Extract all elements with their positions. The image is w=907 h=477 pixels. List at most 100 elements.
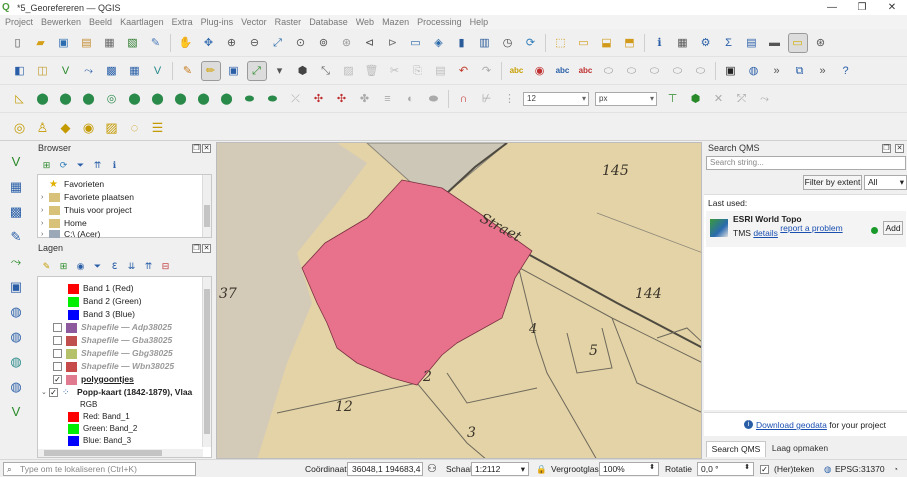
snapping-type-icon[interactable]: ⋮ bbox=[501, 90, 519, 108]
rotate-symbols-icon[interactable]: ✤ bbox=[356, 90, 374, 108]
layer-visibility-checkbox[interactable] bbox=[53, 323, 62, 332]
open-project-icon[interactable]: ▰ bbox=[32, 34, 50, 52]
map-svg[interactable]: 145 Straet 144 37 4 5 2 12 3 bbox=[217, 143, 702, 459]
browser-item[interactable]: › Home bbox=[41, 217, 87, 230]
lock-scale-icon[interactable]: 🔒 bbox=[536, 463, 547, 476]
scroll-thumb[interactable] bbox=[44, 450, 162, 456]
zoom-selection-icon[interactable]: ⊙ bbox=[292, 34, 310, 52]
report-problem-link[interactable]: report a problem bbox=[780, 223, 842, 233]
menu-database[interactable]: Database bbox=[304, 17, 351, 27]
cut-features-icon[interactable]: ✂ bbox=[386, 62, 404, 80]
layers-float-button[interactable]: ❐ bbox=[192, 244, 201, 253]
snapping-layer-icon[interactable]: ⊬ bbox=[478, 90, 496, 108]
qms-filter-select[interactable]: All ▾ bbox=[864, 175, 907, 190]
ring-icon[interactable]: ◌ bbox=[126, 118, 144, 136]
delete-ring-icon[interactable]: ⬤ bbox=[172, 90, 190, 108]
reshape-icon[interactable]: ⬤ bbox=[218, 90, 236, 108]
close-button[interactable]: ✕ bbox=[877, 0, 907, 15]
qms-float-button[interactable]: ❐ bbox=[882, 144, 891, 153]
digitize-dropdown-icon[interactable]: ▾ bbox=[271, 62, 289, 80]
tab-laag-opmaken[interactable]: Laag opmaken bbox=[768, 441, 832, 457]
offset-curve-icon[interactable]: ⬬ bbox=[241, 90, 259, 108]
identify-icon[interactable]: ℹ bbox=[651, 34, 669, 52]
save-edits-icon[interactable]: ▣ bbox=[225, 62, 243, 80]
label-hide-icon[interactable]: abc bbox=[577, 62, 595, 80]
remove-layer-icon[interactable]: ⊟ bbox=[159, 260, 172, 273]
browser-close-button[interactable]: ✕ bbox=[202, 144, 211, 153]
move-feature-icon[interactable]: ⬤ bbox=[34, 90, 52, 108]
offset-symbols-icon[interactable]: ≡ bbox=[379, 90, 397, 108]
picture-icon[interactable]: ▨ bbox=[103, 118, 121, 136]
menu-vector[interactable]: Vector bbox=[236, 17, 270, 27]
label-pin-all-icon[interactable]: ⬭ bbox=[692, 62, 710, 80]
menu-bewerken[interactable]: Bewerken bbox=[36, 17, 84, 27]
measure-icon[interactable]: ▬ bbox=[766, 34, 784, 52]
pan-to-selection-icon[interactable]: ✥ bbox=[200, 34, 218, 52]
vertex-tool-icon[interactable]: ⬢ bbox=[294, 62, 312, 80]
add-service-button[interactable]: Add bbox=[883, 221, 903, 235]
avoid-overlap-icon[interactable]: ⤳ bbox=[756, 90, 774, 108]
add-delimited-text-icon[interactable]: ✎ bbox=[6, 226, 26, 247]
layout-manager-icon[interactable]: ▧ bbox=[124, 34, 142, 52]
menu-beeld[interactable]: Beeld bbox=[84, 17, 115, 27]
delete-selected-icon[interactable]: ▨ bbox=[340, 62, 358, 80]
label-change-icon[interactable]: ⬭ bbox=[646, 62, 664, 80]
layers-vscrollbar[interactable] bbox=[202, 277, 211, 447]
browser-item[interactable]: › Thuis voor project bbox=[41, 204, 132, 217]
new-spatialite-icon[interactable]: ⤳ bbox=[80, 62, 98, 80]
label-diagram-icon[interactable]: ◉ bbox=[531, 62, 549, 80]
maximize-button[interactable]: ❐ bbox=[847, 0, 877, 15]
menu-raster[interactable]: Raster bbox=[270, 17, 305, 27]
add-wms-icon[interactable]: ◍ bbox=[6, 301, 26, 322]
paste-features-icon[interactable]: ▤ bbox=[432, 62, 450, 80]
rotation-spinbox[interactable]: 0,0 ° ⬍ bbox=[697, 462, 754, 476]
print-layout-icon[interactable]: ▦ bbox=[101, 34, 119, 52]
add-mesh-layer-icon[interactable]: ▩ bbox=[6, 201, 26, 222]
qms-search-input[interactable]: Search string... bbox=[706, 156, 906, 170]
add-virtual-layer-icon[interactable]: V bbox=[6, 401, 26, 422]
settings-gear-icon[interactable]: ⚙ bbox=[697, 34, 715, 52]
collapse-all-icon[interactable]: ⇈ bbox=[142, 260, 155, 273]
annotations-icon[interactable]: ⊛ bbox=[812, 34, 830, 52]
filter-by-extent-button[interactable]: Filter by extent bbox=[803, 175, 862, 190]
layers-hscrollbar[interactable] bbox=[38, 449, 203, 457]
advanced-digitizing-icon[interactable]: ◺ bbox=[11, 90, 29, 108]
map-tips-icon[interactable]: ▭ bbox=[787, 33, 808, 53]
add-group-icon[interactable]: ⊞ bbox=[57, 260, 70, 273]
add-vector-layer-icon[interactable]: V bbox=[6, 151, 26, 172]
stack-icon[interactable]: ☰ bbox=[149, 118, 167, 136]
visibility-eye-icon[interactable]: ◉ bbox=[74, 260, 87, 273]
style-manager-icon[interactable]: ✎ bbox=[147, 34, 165, 52]
attribute-table-icon[interactable]: ▦ bbox=[674, 34, 692, 52]
help-icon[interactable]: ? bbox=[837, 62, 855, 80]
locator-input[interactable]: Type om te lokaliseren (Ctrl+K) bbox=[3, 462, 196, 476]
save-as-icon[interactable]: ▤ bbox=[78, 34, 96, 52]
current-edits-icon[interactable]: ✎ bbox=[179, 62, 197, 80]
new-3d-view-icon[interactable]: ◈ bbox=[430, 34, 448, 52]
zoom-out-icon[interactable]: ⊖ bbox=[246, 34, 264, 52]
zoom-in-icon[interactable]: ⊕ bbox=[223, 34, 241, 52]
new-shapefile-icon[interactable]: V bbox=[57, 62, 75, 80]
magnifier-spinbox[interactable]: 100% ⬍ bbox=[599, 462, 659, 476]
expand-all-icon[interactable]: ⇊ bbox=[125, 260, 138, 273]
undo-icon[interactable]: ↶ bbox=[455, 62, 473, 80]
zoom-last-icon[interactable]: ⊲ bbox=[361, 34, 379, 52]
browser-float-button[interactable]: ❐ bbox=[192, 144, 201, 153]
table-icon[interactable]: ▤ bbox=[743, 34, 761, 52]
add-wfs-icon[interactable]: ◍ bbox=[6, 326, 26, 347]
style-paint-icon[interactable]: ✎ bbox=[40, 260, 53, 273]
more-chevron-icon[interactable]: » bbox=[814, 62, 832, 80]
simplify-icon[interactable]: ⬤ bbox=[80, 90, 98, 108]
add-spatialite-icon[interactable]: ⤳ bbox=[6, 251, 26, 272]
self-snapping-icon[interactable]: ✕ bbox=[710, 90, 728, 108]
browser-item[interactable]: › C:\ (Acer) bbox=[41, 230, 100, 238]
menu-extra[interactable]: Extra bbox=[167, 17, 196, 27]
new-project-icon[interactable]: ▯ bbox=[9, 34, 27, 52]
snapping-magnet-icon[interactable]: ∩ bbox=[455, 90, 473, 108]
scale-combo[interactable]: 1:2112 ▾ bbox=[471, 462, 529, 476]
topological-editing-icon[interactable]: ⊤ bbox=[664, 90, 682, 108]
edit-attributes-icon[interactable]: ⤡ bbox=[317, 62, 335, 80]
merge-attributes-icon[interactable]: ✣ bbox=[333, 90, 351, 108]
search-map-icon[interactable]: ◎ bbox=[11, 118, 29, 136]
more-chevron-icon[interactable]: » bbox=[768, 62, 786, 80]
